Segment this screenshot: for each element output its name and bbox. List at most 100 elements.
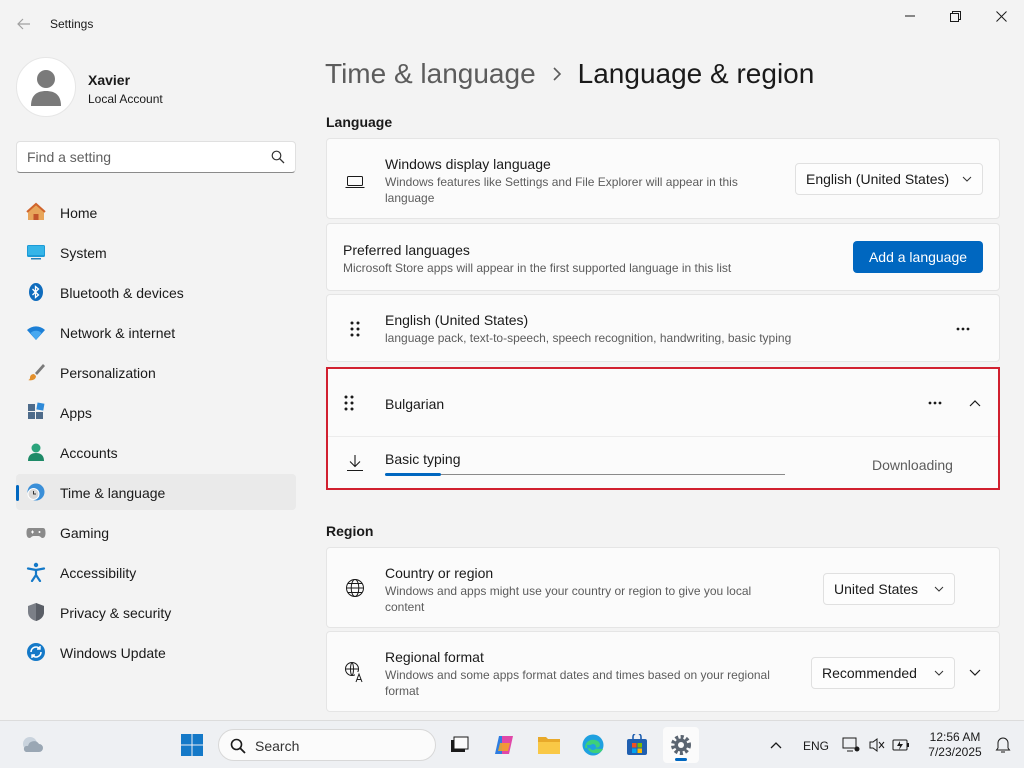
download-status: Downloading <box>872 457 953 473</box>
search-icon[interactable] <box>271 150 285 167</box>
sidebar-item-personalization[interactable]: Personalization <box>16 354 296 390</box>
brush-icon <box>26 362 46 382</box>
drag-handle-icon[interactable] <box>344 318 366 340</box>
dropdown-value: United States <box>834 581 919 597</box>
store-button[interactable] <box>619 727 655 763</box>
sidebar-nav: Home System Bluetooth & devices Network … <box>16 194 296 674</box>
minimize-icon <box>905 15 915 17</box>
search-icon <box>230 738 246 757</box>
sidebar-item-label: Personalization <box>60 365 156 381</box>
sidebar-item-accessibility[interactable]: Accessibility <box>16 554 296 590</box>
back-button[interactable] <box>8 8 40 40</box>
chevron-down-icon <box>934 586 944 592</box>
search-input[interactable] <box>27 149 257 165</box>
home-icon <box>26 202 46 222</box>
language-format-icon <box>344 661 366 683</box>
sidebar-item-home[interactable]: Home <box>16 194 296 230</box>
close-button[interactable] <box>978 0 1024 32</box>
sidebar-item-system[interactable]: System <box>16 234 296 270</box>
store-icon <box>627 734 647 755</box>
shield-icon <box>26 602 46 622</box>
sidebar-item-windows-update[interactable]: Windows Update <box>16 634 296 670</box>
notifications-button[interactable] <box>989 727 1017 763</box>
sidebar-item-privacy[interactable]: Privacy & security <box>16 594 296 630</box>
clock-time: 12:56 AM <box>929 730 981 744</box>
app-title: Settings <box>50 17 94 31</box>
chevron-down-icon <box>934 670 944 676</box>
sidebar-item-accounts[interactable]: Accounts <box>16 434 296 470</box>
network-icon <box>842 737 860 752</box>
divider <box>328 436 998 437</box>
windows-logo-icon <box>181 734 203 756</box>
display-language-card: Windows display language Windows feature… <box>326 138 1000 219</box>
collapse-button[interactable] <box>959 387 991 419</box>
battery-icon <box>892 739 909 751</box>
sidebar-item-apps[interactable]: Apps <box>16 394 296 430</box>
close-icon <box>995 10 1007 22</box>
user-profile[interactable]: Xavier Local Account <box>16 57 296 117</box>
sidebar-item-label: System <box>60 245 107 261</box>
minimize-button[interactable] <box>887 0 933 32</box>
more-options-button[interactable] <box>947 313 979 345</box>
battery-status[interactable] <box>886 727 916 763</box>
restore-button[interactable] <box>932 0 978 32</box>
sidebar-item-label: Windows Update <box>60 645 166 661</box>
display-language-dropdown[interactable]: English (United States) <box>795 163 983 195</box>
expand-button[interactable] <box>959 656 991 688</box>
country-description: Windows and apps might use your country … <box>385 584 752 614</box>
avatar <box>16 57 76 117</box>
format-dropdown[interactable]: Recommended <box>811 657 955 689</box>
start-button[interactable] <box>174 727 210 763</box>
add-language-button[interactable]: Add a language <box>853 241 983 273</box>
sidebar-item-label: Privacy & security <box>60 605 172 621</box>
chevron-up-icon <box>770 742 782 749</box>
system-clock[interactable]: 12:56 AM 7/23/2025 <box>918 730 992 760</box>
feature-name: Basic typing <box>385 451 461 467</box>
accessibility-icon <box>26 562 46 582</box>
volume-muted-icon <box>869 738 885 752</box>
copilot-button[interactable] <box>486 727 522 763</box>
taskbar-search[interactable]: Search <box>218 729 436 761</box>
chevron-up-icon <box>969 399 981 406</box>
system-icon <box>26 242 46 262</box>
input-language-indicator[interactable]: ENG <box>803 739 829 753</box>
sidebar-item-network[interactable]: Network & internet <box>16 314 296 350</box>
dropdown-value: Recommended <box>822 665 917 681</box>
laptop-icon <box>344 171 366 193</box>
drag-handle-icon[interactable] <box>343 394 355 415</box>
accounts-icon <box>26 442 46 462</box>
page-title: Language & region <box>577 58 815 89</box>
more-icon <box>956 327 970 331</box>
task-view-button[interactable] <box>441 727 477 763</box>
settings-search[interactable] <box>16 141 296 173</box>
settings-taskbar-button[interactable] <box>663 727 699 763</box>
regional-format-card[interactable]: Regional format Windows and some apps fo… <box>326 631 1000 712</box>
language-features: language pack, text-to-speech, speech re… <box>385 331 792 345</box>
sidebar-item-label: Gaming <box>60 525 110 541</box>
country-dropdown[interactable]: United States <box>823 573 955 605</box>
copilot-icon <box>495 736 513 754</box>
file-explorer-button[interactable] <box>531 727 567 763</box>
sidebar-item-label: Home <box>60 205 98 221</box>
account-type: Local Account <box>88 92 163 106</box>
chevron-down-icon <box>962 176 972 182</box>
restore-icon <box>949 10 961 22</box>
sidebar-item-label: Network & internet <box>60 325 176 341</box>
more-options-button[interactable] <box>919 387 951 419</box>
dropdown-value: English (United States) <box>806 171 950 187</box>
show-hidden-icons-button[interactable] <box>758 727 794 763</box>
preferred-languages-description: Microsoft Store apps will appear in the … <box>343 261 732 275</box>
edge-button[interactable] <box>575 727 611 763</box>
sidebar-item-bluetooth[interactable]: Bluetooth & devices <box>16 274 296 310</box>
sidebar-item-time-language[interactable]: Time & language <box>16 474 296 510</box>
widgets-button[interactable] <box>14 727 50 763</box>
more-icon <box>928 401 942 405</box>
download-progress-track <box>385 474 785 475</box>
breadcrumb-parent[interactable]: Time & language <box>325 58 536 90</box>
clock-date: 7/23/2025 <box>928 745 982 759</box>
sidebar-item-gaming[interactable]: Gaming <box>16 514 296 550</box>
country-region-card: Country or region Windows and apps might… <box>326 547 1000 628</box>
country-title: Country or region <box>385 565 494 581</box>
preferred-languages-title: Preferred languages <box>343 242 470 258</box>
sidebar-item-label: Accessibility <box>60 565 137 581</box>
